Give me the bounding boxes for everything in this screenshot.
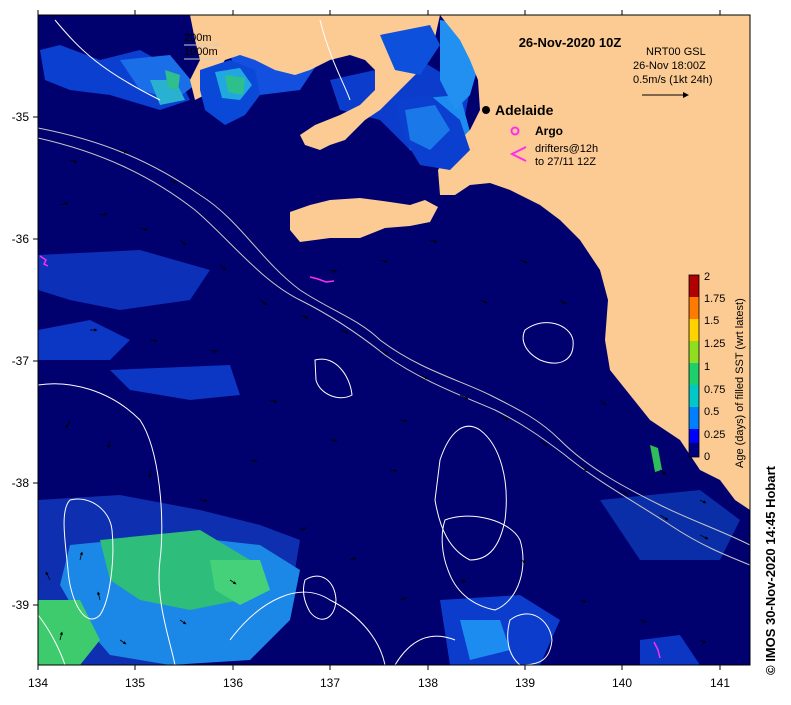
- isobath-label: 200m: [184, 32, 212, 44]
- argo-label: Argo: [535, 124, 563, 138]
- x-tick: 139: [515, 676, 535, 690]
- y-tick: -35: [12, 110, 30, 124]
- y-tick: -39: [12, 598, 30, 612]
- x-tick: 137: [320, 676, 340, 690]
- product-line: 0.5m/s (1kt 24h): [633, 74, 712, 86]
- y-tick: -37: [12, 354, 30, 368]
- product-line: NRT00 GSL: [646, 46, 706, 58]
- product-line: 26-Nov 18:00Z: [633, 60, 706, 72]
- x-tick: 136: [223, 676, 243, 690]
- y-tick-labels: -35 -36 -37 -38 -39: [12, 110, 30, 612]
- map-title: 26-Nov-2020 10Z: [519, 35, 622, 50]
- colorbar-tick: 1.75: [704, 293, 725, 305]
- sst-map: 134 135 136 137 138 139 140 141 -35 -36 …: [0, 0, 791, 700]
- adelaide-marker: [482, 106, 490, 114]
- y-tick: -36: [12, 232, 30, 246]
- colorbar-tick: 2: [704, 271, 710, 283]
- x-tick-labels: 134 135 136 137 138 139 140 141: [28, 676, 730, 690]
- colorbar-tick: 0: [704, 451, 710, 463]
- x-tick: 141: [710, 676, 730, 690]
- colorbar-tick: 0.75: [704, 384, 725, 396]
- drifter-label: to 27/11 12Z: [535, 156, 596, 168]
- x-tick: 135: [125, 676, 145, 690]
- x-tick: 138: [418, 676, 438, 690]
- copyright-label: © IMOS 30-Nov-2020 14:45 Hobart: [763, 466, 778, 675]
- colorbar: [688, 274, 700, 458]
- drifter-label: drifters@12h: [535, 143, 598, 155]
- colorbar-tick: 0.25: [704, 429, 725, 441]
- colorbar-label: Age (days) of filled SST (wrt latest): [734, 298, 746, 468]
- x-tick: 134: [28, 676, 48, 690]
- colorbar-tick: 1.5: [704, 315, 719, 327]
- map-plot-area: [38, 15, 750, 665]
- colorbar-tick: 1: [704, 361, 710, 373]
- colorbar-tick: 1.25: [704, 338, 725, 350]
- isobath-label: 1000m: [184, 46, 218, 58]
- colorbar-tick: 0.5: [704, 406, 719, 418]
- city-label: Adelaide: [495, 102, 554, 118]
- x-tick: 140: [612, 676, 632, 690]
- y-tick: -38: [12, 476, 30, 490]
